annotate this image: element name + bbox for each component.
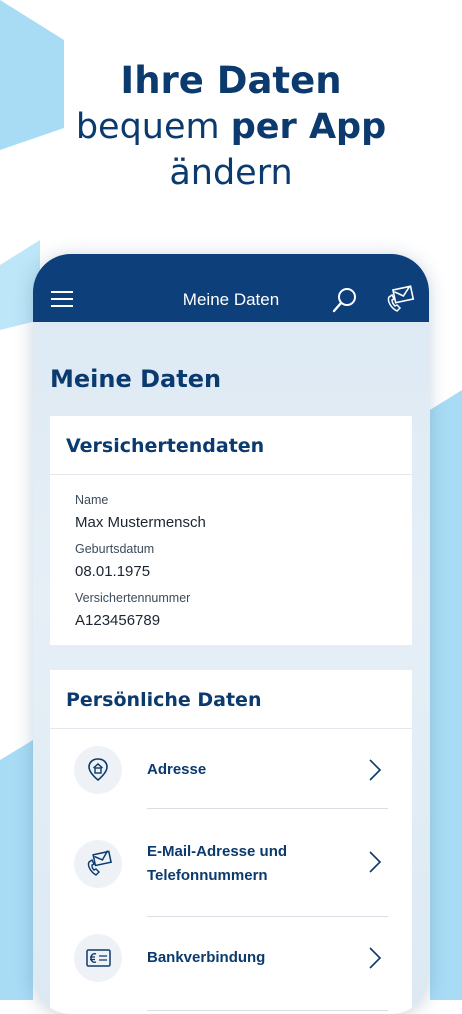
address-label: Adresse <box>147 761 207 778</box>
mail-phone-icon <box>87 850 112 876</box>
euro-card-icon <box>86 949 111 967</box>
phone-frame: Meine Daten Meine Daten Versichertendate… <box>33 254 429 1014</box>
email-phone-label-line-1: E-Mail-Adresse und <box>147 843 288 860</box>
headline-line-2-normal: bequem <box>75 107 220 147</box>
search-icon[interactable] <box>331 286 359 314</box>
list-item-bank-account[interactable]: Bankverbindung <box>50 932 412 1000</box>
personal-data-heading: Persönliche Daten <box>50 670 412 729</box>
chevron-right-icon <box>369 759 382 781</box>
chevron-right-icon <box>369 947 382 969</box>
headline-line-2: bequem per App <box>0 104 462 150</box>
list-item-email-phone[interactable]: E-Mail-Adresse und Telefonnummern <box>50 824 412 918</box>
headline-line-2-bold: per App <box>230 107 387 147</box>
insurance-number-value: A123456789 <box>75 612 161 629</box>
mail-phone-icon[interactable] <box>385 285 415 313</box>
email-phone-label-line-2: Telefonnummern <box>147 867 268 884</box>
personal-data-card: Persönliche Daten Adresse E-Mail-Adresse… <box>50 670 412 1014</box>
email-phone-icon-circle <box>74 840 122 888</box>
chevron-right-icon <box>369 851 382 873</box>
app-bar: Meine Daten <box>33 254 429 322</box>
bank-account-label: Bankverbindung <box>147 949 266 966</box>
divider <box>147 808 388 809</box>
name-label: Name <box>75 493 109 507</box>
address-icon-circle <box>74 746 122 794</box>
app-bar-title: Meine Daten <box>182 290 280 309</box>
bank-icon-circle <box>74 934 122 982</box>
home-pin-icon <box>88 758 108 782</box>
list-item-address[interactable]: Adresse <box>50 742 412 810</box>
divider <box>147 916 388 917</box>
birthdate-label: Geburtsdatum <box>75 542 155 556</box>
headline-line-3: ändern <box>169 153 293 193</box>
name-value: Max Mustermensch <box>75 514 206 531</box>
insurance-number-label: Versichertennummer <box>75 591 191 605</box>
headline-line-1: Ihre Daten <box>120 59 342 102</box>
insured-data-heading: Versichertendaten <box>50 416 412 475</box>
headline: Ihre Daten bequem per App ändern <box>0 58 462 196</box>
divider <box>147 1010 388 1011</box>
insured-data-card: Versichertendaten Name Max Mustermensch … <box>50 416 412 645</box>
birthdate-value: 08.01.1975 <box>75 563 151 580</box>
page-title: Meine Daten <box>50 365 222 393</box>
